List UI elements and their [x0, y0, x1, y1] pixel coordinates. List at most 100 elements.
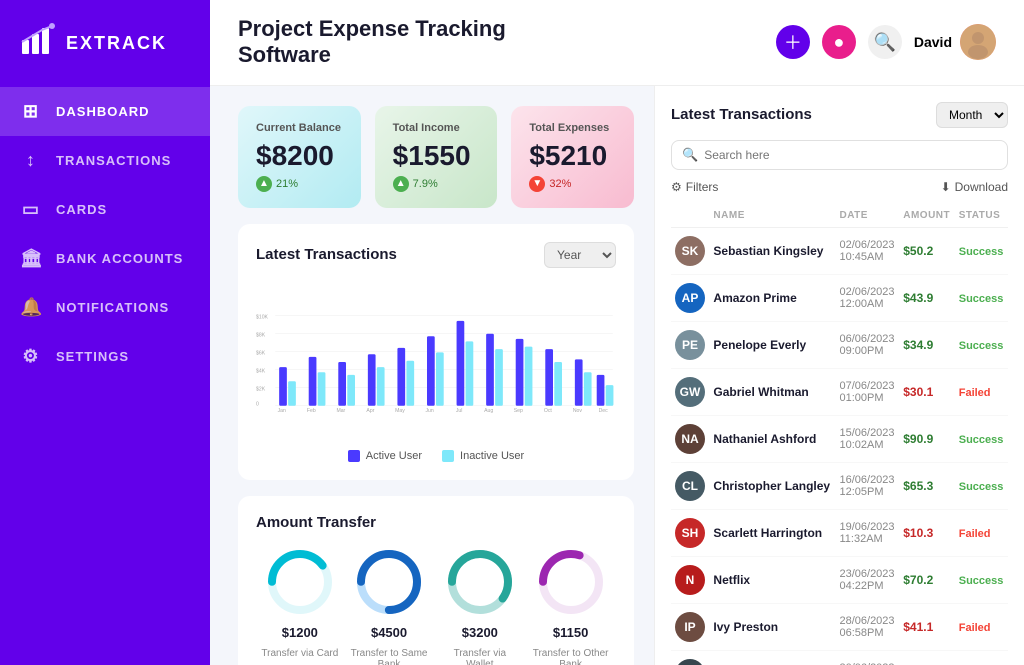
donut-chart [265, 547, 335, 617]
table-row[interactable]: AP Amazon Prime 02/06/2023 12:00AM $43.9… [671, 274, 1008, 321]
nav-label: BANK ACCOUNTS [56, 251, 183, 266]
tx-date-cell: 02/06/2023 12:00AM [835, 274, 899, 321]
search-bar[interactable]: 🔍 [671, 140, 1008, 170]
tx-amount: $50.2 [903, 244, 933, 258]
period-select[interactable]: Month Week Year [936, 102, 1008, 128]
filters-button[interactable]: ⚙ Filters [671, 180, 718, 194]
tx-date: 16/06/2023 [839, 474, 895, 486]
svg-text:$4K: $4K [256, 368, 266, 374]
svg-text:Feb: Feb [307, 408, 316, 414]
table-row[interactable]: IP Ivy Preston 28/06/2023 06:58PM $41.1 … [671, 603, 1008, 650]
table-row[interactable]: SH Scarlett Harrington 19/06/2023 11:32A… [671, 509, 1008, 556]
record-button[interactable]: ● [822, 25, 856, 59]
svg-text:Dec: Dec [599, 408, 609, 414]
svg-text:Sep: Sep [514, 408, 523, 414]
tx-time: 10:45AM [839, 251, 895, 263]
tx-date: 15/06/2023 [839, 427, 895, 439]
table-row[interactable]: GW Gabriel Whitman 07/06/2023 01:00PM $3… [671, 368, 1008, 415]
table-row[interactable]: N Netflix 23/06/2023 04:22PM $70.2 Succe… [671, 556, 1008, 603]
chart-area: $10K $8K $6K $4K $2K 0 [256, 282, 616, 442]
tx-avatar-cell: JM [671, 650, 709, 665]
donut-chart [536, 547, 606, 617]
tx-name: Netflix [713, 573, 831, 587]
tx-name-cell: Sebastian Kingsley [709, 227, 835, 274]
change-dot: ▲ [393, 176, 409, 192]
stats-row: Current Balance $8200 ▲ 21% Total Income… [238, 106, 634, 208]
search-input[interactable] [704, 148, 997, 162]
table-row[interactable]: JM Julian Montgomery 30/06/2023 08:46AM … [671, 650, 1008, 665]
tx-amount: $30.1 [903, 385, 933, 399]
page-title: Project Expense Tracking Software [238, 16, 506, 69]
tx-status-cell: Success [955, 321, 1008, 368]
right-panel: Latest Transactions Month Week Year 🔍 ⚙ … [654, 86, 1024, 665]
stat-value: $1550 [393, 140, 480, 172]
tx-amount: $10.3 [903, 526, 933, 540]
tx-date: 07/06/2023 [839, 380, 895, 392]
tx-header: Latest Transactions Month Week Year [671, 102, 1008, 128]
tx-avatar: NA [675, 424, 705, 454]
sidebar-item-dashboard[interactable]: ⊞DASHBOARD [0, 87, 210, 136]
add-button[interactable]: ＋ [776, 25, 810, 59]
cards-icon: ▭ [20, 199, 42, 220]
table-row[interactable]: PE Penelope Everly 06/06/2023 09:00PM $3… [671, 321, 1008, 368]
download-icon: ⬇ [941, 180, 951, 194]
svg-text:May: May [395, 408, 405, 414]
tx-name-cell: Netflix [709, 556, 835, 603]
logo-area: EXTRACK [0, 0, 210, 87]
stat-card-balance: Current Balance $8200 ▲ 21% [238, 106, 361, 208]
sidebar-item-notifications[interactable]: 🔔NOTIFICATIONS [0, 283, 210, 332]
notifications-icon: 🔔 [20, 297, 42, 318]
table-row[interactable]: SK Sebastian Kingsley 02/06/2023 10:45AM… [671, 227, 1008, 274]
table-row[interactable]: CL Christopher Langley 16/06/2023 12:05P… [671, 462, 1008, 509]
tx-date: 02/06/2023 [839, 239, 895, 251]
search-icon: 🔍 [682, 147, 698, 163]
tx-date-cell: 19/06/2023 11:32AM [835, 509, 899, 556]
tx-avatar-cell: CL [671, 462, 709, 509]
transfer-amount: $1150 [553, 625, 588, 640]
tx-status-cell: Failed [955, 368, 1008, 415]
search-button[interactable]: 🔍 [868, 25, 902, 59]
tx-amount: $70.2 [903, 573, 933, 587]
stat-change: ▲ 21% [256, 176, 343, 192]
content: Current Balance $8200 ▲ 21% Total Income… [210, 86, 1024, 665]
svg-text:$10K: $10K [256, 314, 269, 320]
download-button[interactable]: ⬇ Download [941, 180, 1008, 194]
tx-amount-cell: $10.3 [899, 509, 955, 556]
col-name: NAME [709, 204, 835, 228]
transfer-label: Transfer to Same Bank [349, 648, 429, 665]
transfer-label: Transfer via Card [261, 648, 338, 659]
tx-name-cell: Julian Montgomery [709, 650, 835, 665]
table-row[interactable]: NA Nathaniel Ashford 15/06/2023 10:02AM … [671, 415, 1008, 462]
stat-change-text: 32% [549, 178, 571, 190]
transfer-title: Amount Transfer [256, 514, 616, 531]
tx-name: Scarlett Harrington [713, 526, 831, 540]
tx-avatar: IP [675, 612, 705, 642]
sidebar-item-cards[interactable]: ▭CARDS [0, 185, 210, 234]
sidebar-item-transactions[interactable]: ↕TRANSACTIONS [0, 136, 210, 185]
tx-status-cell: Success [955, 462, 1008, 509]
transfer-item-2: $3200 Transfer via Wallet [440, 547, 520, 665]
svg-text:$6K: $6K [256, 350, 266, 356]
svg-text:Jan: Jan [278, 408, 286, 414]
tx-status-cell: Success [955, 415, 1008, 462]
sidebar-item-settings[interactable]: ⚙SETTINGS [0, 332, 210, 381]
col-status: STATUS [955, 204, 1008, 228]
tx-amount-cell: $34.9 [899, 321, 955, 368]
sidebar-item-bank-accounts[interactable]: 🏛 BANK ACCOUNTS [0, 234, 210, 283]
chart-period-select[interactable]: Year Month Week [544, 242, 616, 268]
transactions-icon: ↕ [20, 150, 42, 171]
svg-text:Nov: Nov [573, 408, 583, 414]
bank-accounts-icon: 🏛 [20, 248, 42, 269]
tx-avatar: CL [675, 471, 705, 501]
transfer-amount: $1200 [282, 625, 318, 640]
chart-title: Latest Transactions [256, 246, 397, 263]
status-badge: Failed [959, 387, 991, 399]
left-panel: Current Balance $8200 ▲ 21% Total Income… [210, 86, 654, 665]
change-dot: ▲ [256, 176, 272, 192]
tx-status-cell: Failed [955, 603, 1008, 650]
tx-amount-cell: $50.2 [899, 227, 955, 274]
status-badge: Success [959, 340, 1004, 352]
stat-label: Total Income [393, 122, 480, 134]
svg-text:Apr: Apr [366, 408, 374, 414]
nav-items: ⊞DASHBOARD↕TRANSACTIONS▭CARDS 🏛 BANK ACCOU… [0, 87, 210, 381]
